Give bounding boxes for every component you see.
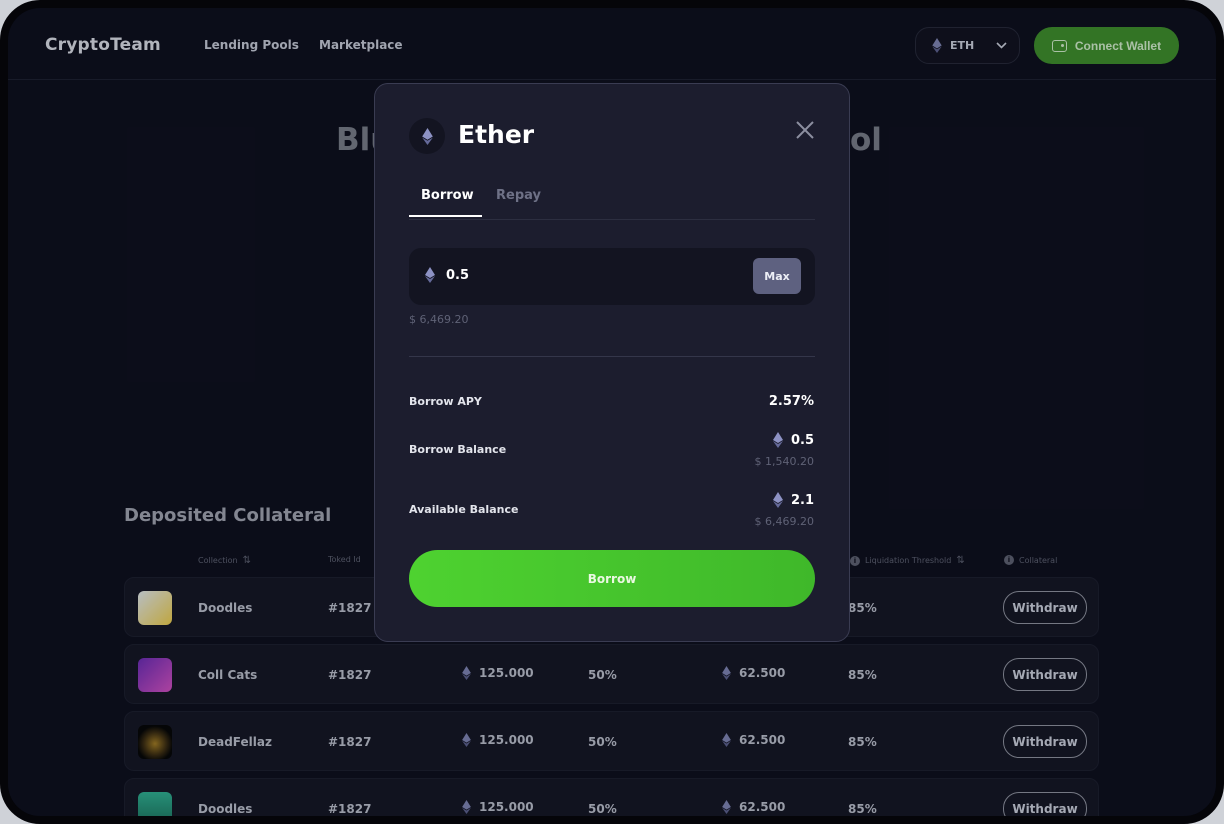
eth-icon	[425, 267, 435, 283]
borrow-modal: Ether Borrow Repay 0.5 Max $ 6,469.20 Bo…	[374, 83, 850, 642]
borrow-apy-text: 2.57%	[768, 394, 814, 409]
amount-usd-value: $ 6,469.20	[409, 313, 469, 326]
device-frame: CryptoTeam Lending Pools Marketplace ETH…	[0, 0, 1224, 824]
borrow-apy-value: 2.57%	[769, 394, 814, 409]
available-balance-text: 2.1	[790, 492, 814, 508]
ether-token-icon	[409, 118, 445, 154]
modal-title: Ether	[458, 120, 535, 149]
amount-value[interactable]: 0.5	[446, 268, 469, 283]
borrow-apy-label: Borrow APY	[409, 395, 482, 408]
borrow-balance-label: Borrow Balance	[409, 443, 507, 456]
borrow-balance-value: 0.5	[772, 432, 814, 448]
available-balance-label: Available Balance	[409, 503, 519, 516]
borrow-balance-text: 0.5	[790, 432, 814, 448]
app-screen: CryptoTeam Lending Pools Marketplace ETH…	[8, 8, 1216, 816]
eth-icon	[772, 432, 783, 448]
close-icon[interactable]	[793, 120, 817, 144]
available-balance-value: 2.1	[772, 492, 814, 508]
available-balance-usd: $ 6,469.20	[754, 515, 814, 528]
borrow-submit-button[interactable]: Borrow	[409, 550, 815, 607]
divider	[409, 356, 815, 357]
tab-borrow[interactable]: Borrow	[409, 188, 482, 217]
tab-repay[interactable]: Repay	[496, 188, 541, 216]
amount-input[interactable]: 0.5 Max	[409, 248, 815, 305]
modal-tabs: Borrow Repay	[409, 188, 815, 220]
max-button[interactable]: Max	[753, 258, 801, 294]
close-icon-glyph	[796, 121, 814, 139]
borrow-balance-usd: $ 1,540.20	[754, 455, 814, 468]
eth-icon	[421, 127, 433, 145]
eth-icon	[772, 492, 783, 508]
